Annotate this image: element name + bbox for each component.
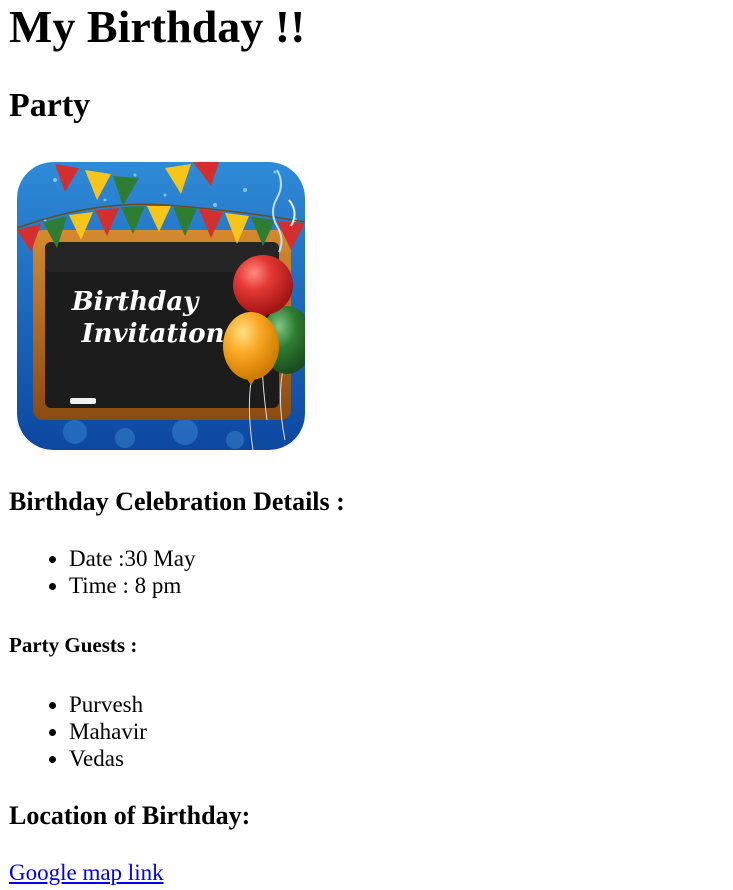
page-title: My Birthday !! [9,1,306,52]
list-item: Mahavir [69,718,147,745]
party-heading: Party [9,87,91,124]
invitation-line2: Invitation [80,319,224,349]
celebration-details-heading: Birthday Celebration Details : [9,487,345,516]
invitation-line1: Birthday [71,287,200,317]
list-item: Time : 8 pm [69,572,195,599]
celebration-details-list: Date :30 May Time : 8 pm [9,545,195,599]
list-item: Purvesh [69,691,147,718]
location-heading: Location of Birthday: [9,801,251,830]
list-item: Date :30 May [69,545,195,572]
party-guests-heading: Party Guests : [9,633,138,657]
list-item: Vedas [69,745,147,772]
birthday-invitation-image: Birthday Invitation [17,162,305,450]
google-map-link[interactable]: Google map link [9,859,164,887]
party-guests-list: Purvesh Mahavir Vedas [9,691,147,772]
